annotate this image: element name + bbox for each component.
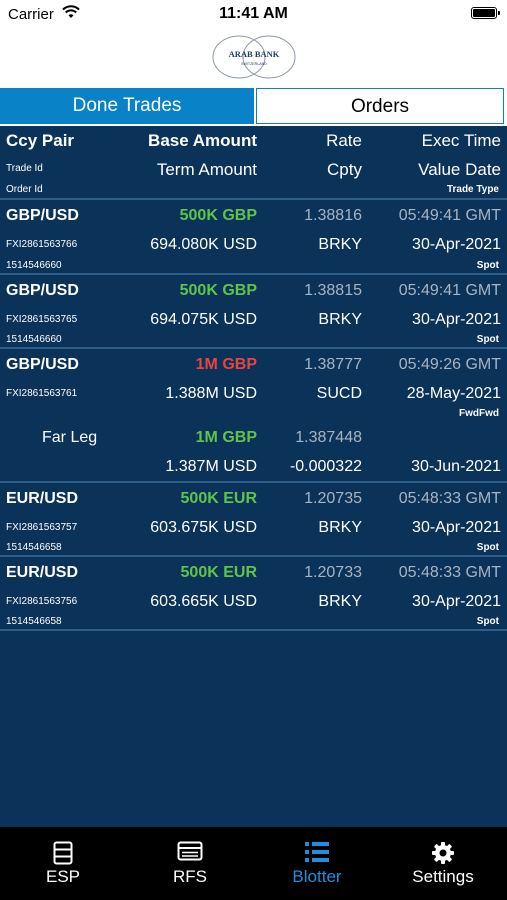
header-trade-type: Trade Type [446, 184, 499, 195]
header-exec-time: Exec Time [421, 131, 501, 150]
trade-cpty: BRKY [318, 311, 362, 328]
tab-settings-label: Settings [412, 867, 474, 886]
svg-text:ARAB BANK: ARAB BANK [229, 49, 280, 59]
trade-base-amount: 500K GBP [179, 207, 257, 224]
trade-id: FXI2861563761 [6, 388, 78, 399]
trade-value-date: 30-Apr-2021 [412, 593, 501, 610]
trade-rate: 1.20735 [304, 490, 362, 507]
tab-esp-label: ESP [45, 867, 81, 886]
trade-base-amount: 500K EUR [180, 564, 257, 581]
header-order-id: Order Id [6, 184, 43, 195]
status-bar: Carrier 11:41 AM [0, 0, 507, 30]
header-term-amount: Term Amount [156, 160, 257, 179]
order-id: 1514546658 [6, 616, 62, 627]
header-rate: Rate [326, 131, 362, 150]
trade-value-date: 30-Apr-2021 [412, 236, 501, 253]
trade-cpty: SUCD [316, 385, 362, 402]
trade-ccy-pair: EUR/USD [6, 564, 79, 581]
tab-settings[interactable]: Settings [380, 827, 506, 900]
trade-id: FXI2861563765 [6, 314, 78, 325]
trade-row[interactable]: GBP/USD 1M GBP 1.38777 05:49:26 GMT FXI2… [0, 347, 507, 481]
column-header: Ccy Pair Base Amount Rate Exec Time Trad… [0, 126, 507, 198]
gear-icon [432, 842, 454, 864]
trade-type: FwdFwd [459, 408, 499, 419]
trade-term-amount: 694.075K USD [150, 311, 257, 328]
trade-cpty: BRKY [318, 236, 362, 253]
tab-rfs-label: RFS [173, 867, 207, 886]
trade-exec-time: 05:48:33 GMT [398, 564, 501, 581]
trade-exec-time: 05:49:26 GMT [398, 356, 501, 373]
arab-bank-logo: ARAB BANK SWITZERLAND [212, 35, 296, 79]
battery-icon [471, 7, 500, 19]
trade-base-amount: 1M GBP [195, 356, 257, 373]
far-leg-value-date: 30-Jun-2021 [411, 458, 501, 475]
trade-rate: 1.20733 [304, 564, 362, 581]
header-trade-id: Trade Id [6, 163, 43, 174]
trade-type: Spot [476, 542, 499, 553]
trade-row[interactable]: GBP/USD 500K GBP 1.38816 05:49:41 GMT FX… [0, 198, 507, 273]
trade-id: FXI2861563756 [6, 596, 78, 607]
trade-exec-time: 05:49:41 GMT [398, 207, 501, 224]
tab-done-trades[interactable]: Done Trades [0, 88, 254, 124]
trade-value-date: 30-Apr-2021 [412, 311, 501, 328]
trade-rate: 1.38816 [304, 207, 362, 224]
trade-row[interactable]: EUR/USD 500K EUR 1.20733 05:48:33 GMT FX… [0, 555, 507, 631]
trade-ccy-pair: GBP/USD [6, 356, 79, 373]
trade-row[interactable]: GBP/USD 500K GBP 1.38815 05:49:41 GMT FX… [0, 273, 507, 347]
order-id: 1514546660 [6, 260, 62, 271]
far-leg-term-amount: 1.387M USD [165, 458, 257, 475]
status-time: 11:41 AM [219, 5, 288, 22]
trade-ccy-pair: GBP/USD [6, 207, 79, 224]
tab-blotter-label: Blotter [292, 867, 342, 886]
trade-term-amount: 1.388M USD [165, 385, 257, 402]
trade-type: Spot [476, 616, 499, 627]
trade-value-date: 28-May-2021 [406, 385, 501, 402]
trade-ccy-pair: EUR/USD [6, 490, 79, 507]
list-box-icon [177, 841, 203, 861]
trade-type: Spot [476, 260, 499, 271]
trade-term-amount: 603.665K USD [150, 593, 257, 610]
trade-rate: 1.38777 [304, 356, 362, 373]
tab-esp[interactable]: ESP [0, 827, 126, 900]
trade-term-amount: 694.080K USD [150, 236, 257, 253]
trade-id: FXI2861563766 [6, 239, 78, 250]
tab-bar: ESP RFS Blotter Settings [0, 827, 507, 900]
server-icon [53, 841, 73, 865]
trade-list: GBP/USD 500K GBP 1.38816 05:49:41 GMT FX… [0, 198, 507, 631]
far-leg-points: -0.000322 [289, 458, 362, 475]
header-cpty: Cpty [327, 160, 362, 179]
trade-exec-time: 05:48:33 GMT [398, 490, 501, 507]
header-ccy-pair: Ccy Pair [6, 131, 75, 150]
trade-base-amount: 500K EUR [180, 490, 257, 507]
order-id: 1514546658 [6, 542, 62, 553]
trade-ccy-pair: GBP/USD [6, 282, 79, 299]
trade-rate: 1.38815 [304, 282, 362, 299]
far-leg-rate: 1.387448 [295, 429, 362, 446]
brand-header: ARAB BANK SWITZERLAND [0, 30, 507, 86]
tab-orders[interactable]: Orders [256, 88, 504, 124]
far-leg-base-amount: 1M GBP [195, 429, 257, 446]
header-base-amount: Base Amount [148, 131, 257, 150]
trade-cpty: BRKY [318, 593, 362, 610]
order-id: 1514546660 [6, 334, 62, 345]
svg-text:SWITZERLAND: SWITZERLAND [241, 62, 267, 66]
trade-cpty: BRKY [318, 519, 362, 536]
trade-value-date: 30-Apr-2021 [412, 519, 501, 536]
trade-exec-time: 05:49:41 GMT [398, 282, 501, 299]
trade-type: Spot [476, 334, 499, 345]
tab-rfs[interactable]: RFS [127, 827, 253, 900]
segmented-control: Done Trades Orders [0, 86, 507, 126]
far-leg-label: Far Leg [42, 429, 98, 446]
trade-term-amount: 603.675K USD [150, 519, 257, 536]
trade-base-amount: 500K GBP [179, 282, 257, 299]
header-value-date: Value Date [418, 160, 501, 179]
trade-id: FXI2861563757 [6, 522, 78, 533]
tab-blotter[interactable]: Blotter [254, 827, 380, 900]
bullet-list-icon [305, 842, 329, 862]
trade-row[interactable]: EUR/USD 500K EUR 1.20735 05:48:33 GMT FX… [0, 481, 507, 555]
